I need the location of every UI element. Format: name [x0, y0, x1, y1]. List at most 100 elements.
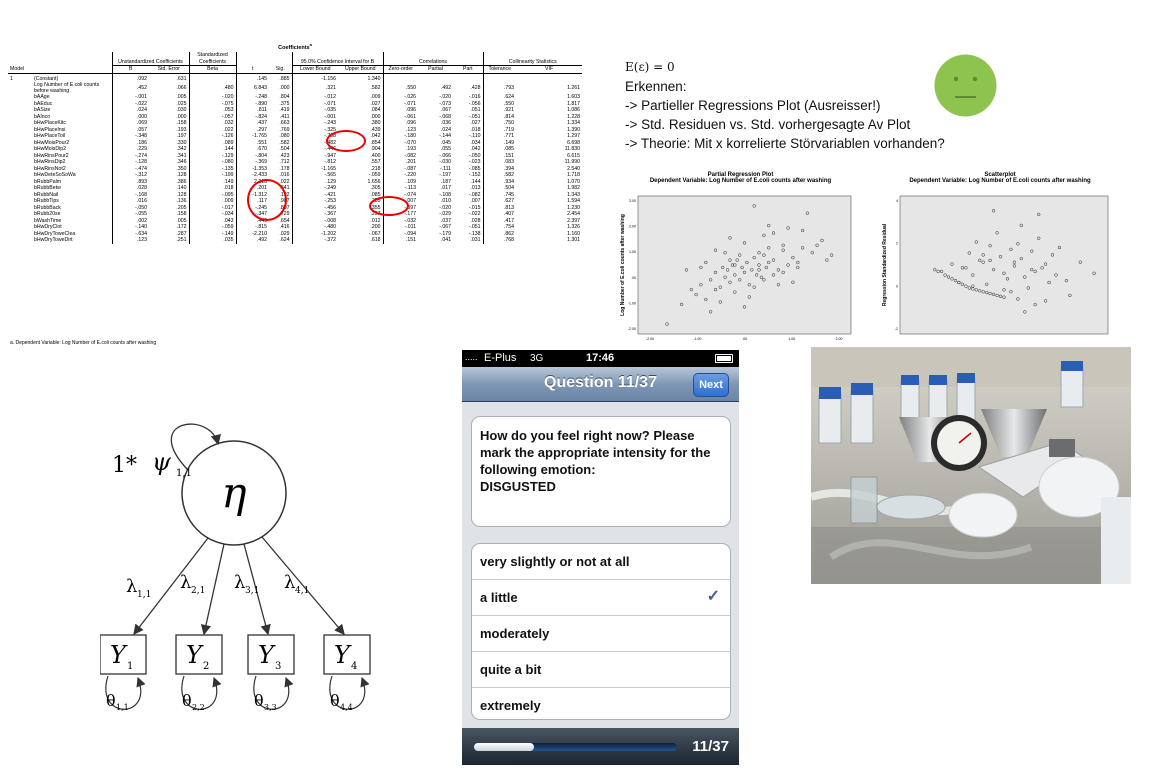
table-cell: .618 [370, 237, 381, 243]
error-label-2: θ [182, 691, 192, 710]
error-sub-3: 3,3 [264, 703, 277, 712]
group-coll-header: Collinearity Statistics [482, 52, 583, 66]
chart-subtitle: Dependent Variable: Log Number of E.coli… [909, 178, 1091, 184]
group-std-header: Standardized Coefficients [188, 52, 237, 66]
table-row: Log Number of E.coli counts before washi… [8, 82, 582, 94]
loading-label-4: λ [284, 572, 295, 593]
indicator-sub-4: 4 [351, 661, 357, 672]
status-time: 17:46 [586, 352, 615, 364]
table-cell: .066 [176, 84, 187, 91]
indicator-label-1: Y [110, 641, 128, 669]
table-cell [188, 73, 237, 82]
x-tick-label: 1.00 [788, 337, 795, 341]
question-box: How do you feel right now? Please mark t… [471, 416, 731, 527]
table-cell: .092 [111, 73, 149, 82]
table-row: bHwDryToweDirt .123 .251.035.492 .624 -.372.… [8, 237, 582, 244]
progress-bar [474, 743, 677, 751]
table-cell: .793 [482, 82, 517, 94]
variance-sub: 1,1 [176, 468, 192, 479]
answer-option[interactable]: moderately [472, 616, 730, 652]
residual-scatterplot: Scatterplot Dependent Variable: Log Numb… [880, 172, 1120, 344]
loading-label-3: λ [234, 572, 245, 593]
table-cell: .452 [111, 82, 149, 94]
emotion-word: DISGUSTED [480, 479, 556, 494]
loading-sub-1: 1,1 [137, 590, 151, 600]
navigation-bar: Question 11/37 Next [462, 367, 739, 402]
answer-option[interactable]: extremely [472, 688, 730, 719]
table-cell: .123 [111, 237, 149, 244]
answer-option[interactable]: a little ✓ [472, 580, 730, 616]
phone-survey-screen: ..... E-Plus 3G 17:46 Question 11/37 Nex… [462, 350, 739, 765]
smiley-eye [953, 76, 959, 82]
column-header: Partial [418, 65, 454, 74]
table-cell [382, 73, 419, 82]
table-cell: .041 [440, 237, 452, 243]
smiley-face [934, 54, 997, 117]
question-text: How do you feel right now? Please mark t… [480, 428, 711, 477]
table-cell: .428 [470, 84, 481, 91]
table-cell [516, 73, 582, 82]
table-cell: .321 [291, 82, 339, 94]
column-header: Part [453, 65, 484, 74]
answer-option[interactable]: quite a bit [472, 652, 730, 688]
column-header: Std. Error [149, 65, 190, 74]
plot-area [899, 195, 1109, 335]
table-cell: 1.261 [567, 84, 581, 91]
notes-text: E(ε) = 0 Erkennen: -> Partieller Regress… [625, 58, 945, 153]
status-bar: ..... E-Plus 3G 17:46 [462, 350, 739, 367]
indicator-label-2: Y [186, 641, 204, 669]
table-cell [8, 237, 32, 244]
plot1-svg: Log Number of E.coli counts after washin… [620, 195, 852, 341]
checkmark-icon: ✓ [706, 588, 720, 605]
y-axis-label: Log Number of E.coli counts after washin… [620, 214, 626, 316]
answer-option[interactable]: very slightly or not at all [472, 544, 730, 580]
column-header: Lower Bound [291, 65, 339, 74]
lab-photo [811, 347, 1131, 584]
error-sub-1: 1,1 [116, 703, 129, 712]
variance-symbol: ψ [152, 448, 172, 476]
table-cell: .885 [279, 75, 290, 82]
table-cell: -.372 [291, 237, 339, 244]
indicator-sub-3: 3 [275, 661, 281, 672]
group-corr-header: Correlations [382, 52, 484, 66]
next-button[interactable]: Next [693, 373, 729, 397]
table-cell: .492 [440, 84, 452, 91]
carrier-name: E-Plus [484, 352, 517, 364]
table-header-row: Model B Std. Error Beta t Sig. Lower Bound Uppe… [8, 65, 583, 74]
y-axis-label: Regression Standardized Residual [882, 223, 888, 306]
error-sub-4: 4,4 [340, 703, 353, 712]
table-cell: 6.843 [235, 82, 270, 94]
table-cell [418, 73, 453, 82]
y-tick-label: -1.00 [628, 301, 636, 305]
battery-icon [715, 354, 733, 363]
progress-footer: 11/37 [462, 728, 739, 765]
table-cell: .582 [370, 84, 381, 91]
column-header: Upper Bound [338, 65, 384, 74]
error-sub-2: 2,2 [192, 703, 205, 712]
partial-regression-plot: Partial Regression Plot Dependent Variab… [618, 172, 863, 344]
table-cell: .031 [470, 237, 481, 243]
notes-line: -> Std. Residuen vs. Std. vorhergesagte … [625, 117, 911, 132]
table-cell: .035 [188, 237, 237, 244]
y-tick-label: 2.00 [629, 225, 636, 229]
table-cell: .624 [279, 237, 290, 243]
table-cell [453, 73, 483, 82]
red-circle-annotation [369, 196, 409, 216]
answer-option-label: extremely [480, 698, 541, 713]
column-header: Zero-order [382, 65, 419, 74]
table-cell: .768 [482, 237, 517, 244]
table-cell: 1.301 [567, 237, 581, 243]
table-cell [8, 82, 32, 94]
x-tick-label: .00 [742, 337, 747, 341]
sem-path-diagram: η 1* ψ 1,1 λ 1,1 λ 2,1 λ 3,1 λ 4,1 Y 1 Y… [100, 423, 371, 712]
coefficients-title: Coefficientsa [278, 42, 312, 51]
column-header: t [235, 65, 270, 74]
table-cell: .145 [235, 73, 270, 82]
table-cell: 1.340 [367, 75, 381, 82]
network-type: 3G [530, 353, 544, 364]
error-label-4: θ [330, 691, 340, 710]
notes-line: Erkennen: [625, 79, 687, 94]
table-cell: -1.156 [291, 73, 339, 82]
y-tick-label: 3.00 [629, 199, 636, 203]
table-cell: 1 [10, 75, 13, 82]
